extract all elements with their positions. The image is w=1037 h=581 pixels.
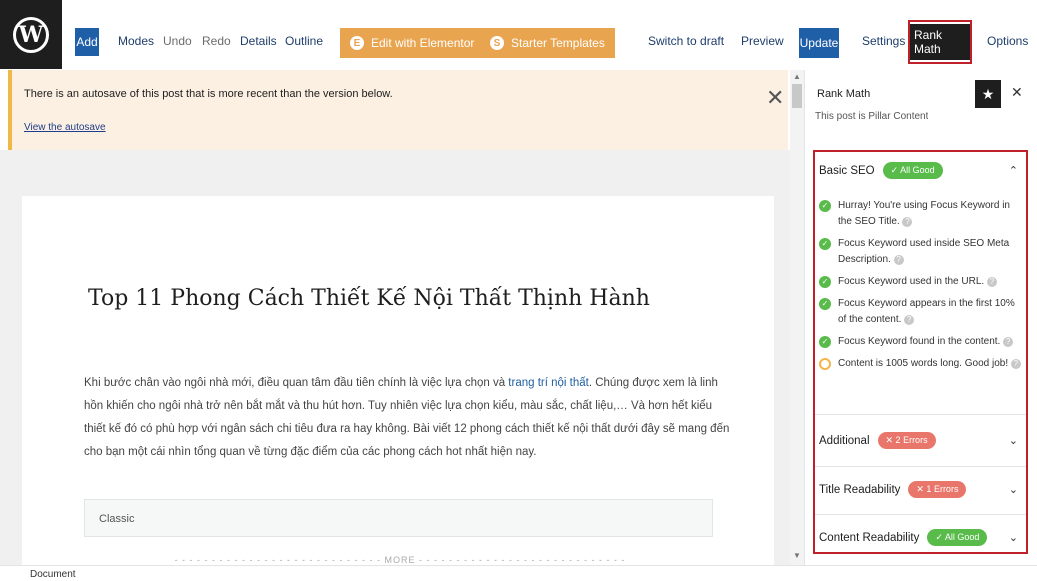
add-block-button[interactable]: Add [75,28,99,56]
divider [815,466,1026,467]
list-item: ✓ Focus Keyword appears in the first 10%… [819,296,1025,328]
star-icon[interactable]: ★ [975,80,1001,108]
autosave-notice-text: There is an autosave of this post that i… [24,88,393,100]
chevron-down-icon[interactable]: ⌄ [1009,483,1018,496]
scroll-up-icon[interactable]: ▲ [793,72,801,81]
check-text: Content is 1005 words long. Good job! [838,358,1009,369]
pillar-content-checkbox[interactable]: This post is Pillar Content [815,111,928,121]
edit-with-elementor-button[interactable]: E Edit with Elementor [340,28,485,58]
breadcrumb: Document [0,565,1037,581]
check-text: Hurray! You're using Focus Keyword in th… [838,200,1010,227]
undo-button[interactable]: Undo [163,34,192,48]
additional-badge: ✕ 2 Errors [877,432,936,449]
paragraph-text-start: Khi bước chân vào ngôi nhà mới, điều qua… [84,377,509,389]
starter-templates-icon: S [490,36,504,50]
sidebar-title: Rank Math [817,88,871,100]
additional-header[interactable]: Additional ✕ 2 Errors [819,432,936,449]
list-item: ✓ Hurray! You're using Focus Keyword in … [819,198,1025,230]
elementor-icon: E [350,36,364,50]
modes-button[interactable]: Modes [118,34,154,48]
content-readability-label: Content Readability [819,531,920,544]
wordpress-logo-button[interactable]: W [0,0,62,69]
update-button[interactable]: Update [799,28,839,58]
editor-scrollbar[interactable]: ▲ ▼ [790,70,804,565]
scrollbar-thumb[interactable] [792,84,802,108]
autosave-notice: There is an autosave of this post that i… [8,70,788,150]
help-icon[interactable]: ? [893,255,904,265]
divider [815,514,1026,515]
edit-with-elementor-label: Edit with Elementor [371,36,475,50]
chevron-up-icon[interactable]: ⌃ [1009,164,1018,177]
chevron-down-icon[interactable]: ⌄ [1009,434,1018,447]
help-icon[interactable]: ? [986,277,997,287]
additional-label: Additional [819,434,870,447]
details-button[interactable]: Details [240,34,277,48]
help-icon[interactable]: ? [1010,359,1021,369]
settings-button[interactable]: Settings [862,34,905,48]
list-item: Content is 1005 words long. Good job! ? [819,356,1025,372]
check-icon: ✓ [819,336,831,348]
content-readability-badge: ✓ All Good [927,529,988,546]
switch-to-draft-button[interactable]: Switch to draft [648,34,724,48]
check-text: Focus Keyword found in the content. [838,336,1001,347]
close-sidebar-icon[interactable]: ✕ [1011,84,1023,101]
basic-seo-label: Basic SEO [819,164,875,177]
classic-block[interactable]: Classic [84,499,713,537]
basic-seo-header[interactable]: Basic SEO ✓ All Good [819,162,943,179]
divider [815,414,1026,415]
basic-seo-badge: ✓ All Good [882,162,943,179]
options-button[interactable]: Options [987,34,1028,48]
starter-templates-label: Starter Templates [511,36,605,50]
preview-button[interactable]: Preview [741,34,784,48]
warning-icon [819,358,831,370]
outline-button[interactable]: Outline [285,34,323,48]
post-title[interactable]: Top 11 Phong Cách Thiết Kế Nội Thất Thịn… [88,286,650,311]
check-icon: ✓ [819,276,831,288]
paragraph-text-end: . Chúng được xem là linh hồn khiến cho n… [84,377,730,458]
check-text: Focus Keyword appears in the first 10% o… [838,298,1015,325]
rank-math-sidebar: Rank Math ★ ✕ This post is Pillar Conten… [804,70,1037,565]
editor-toolbar: W Add Modes Undo Redo Details Outline E … [0,0,1037,74]
title-readability-label: Title Readability [819,483,901,496]
check-icon: ✓ [819,200,831,212]
rank-math-label: Rank Math [910,24,970,60]
basic-seo-check-list: ✓ Hurray! You're using Focus Keyword in … [819,198,1025,378]
help-icon[interactable]: ? [902,217,913,227]
chevron-down-icon[interactable]: ⌄ [1009,531,1018,544]
pillar-content-label: This post is Pillar Content [815,111,929,121]
post-paragraph[interactable]: Khi bước chân vào ngôi nhà mới, điều qua… [84,372,734,464]
view-autosave-link[interactable]: View the autosave [24,122,106,133]
scroll-down-icon[interactable]: ▼ [793,551,801,560]
check-icon: ✓ [819,298,831,310]
check-text: Focus Keyword used inside SEO Meta Descr… [838,238,1010,265]
seo-checks-panel: Basic SEO ✓ All Good ⌃ ✓ Hurray! You're … [813,150,1028,554]
more-divider: - - - - - - - - - - - - - - - - - - - - … [174,555,626,565]
breadcrumb-document[interactable]: Document [30,569,76,580]
help-icon[interactable]: ? [1003,337,1014,347]
starter-templates-button[interactable]: S Starter Templates [480,28,615,58]
list-item: ✓ Focus Keyword used inside SEO Meta Des… [819,236,1025,268]
check-text: Focus Keyword used in the URL. [838,276,985,287]
content-readability-header[interactable]: Content Readability ✓ All Good [819,529,988,546]
close-notice-icon[interactable]: ✕ [766,88,784,110]
check-icon: ✓ [819,238,831,250]
wordpress-icon: W [13,16,49,53]
title-readability-badge: ✕ 1 Errors [908,481,967,498]
title-readability-header[interactable]: Title Readability ✕ 1 Errors [819,481,967,498]
interior-decor-link[interactable]: trang trí nội thất [508,377,589,389]
rank-math-button[interactable]: Rank Math [908,20,972,64]
list-item: ✓ Focus Keyword used in the URL. ? [819,274,1025,290]
more-label: MORE [384,555,416,565]
list-item: ✓ Focus Keyword found in the content. ? [819,334,1025,350]
help-icon[interactable]: ? [904,315,915,325]
redo-button[interactable]: Redo [202,34,231,48]
